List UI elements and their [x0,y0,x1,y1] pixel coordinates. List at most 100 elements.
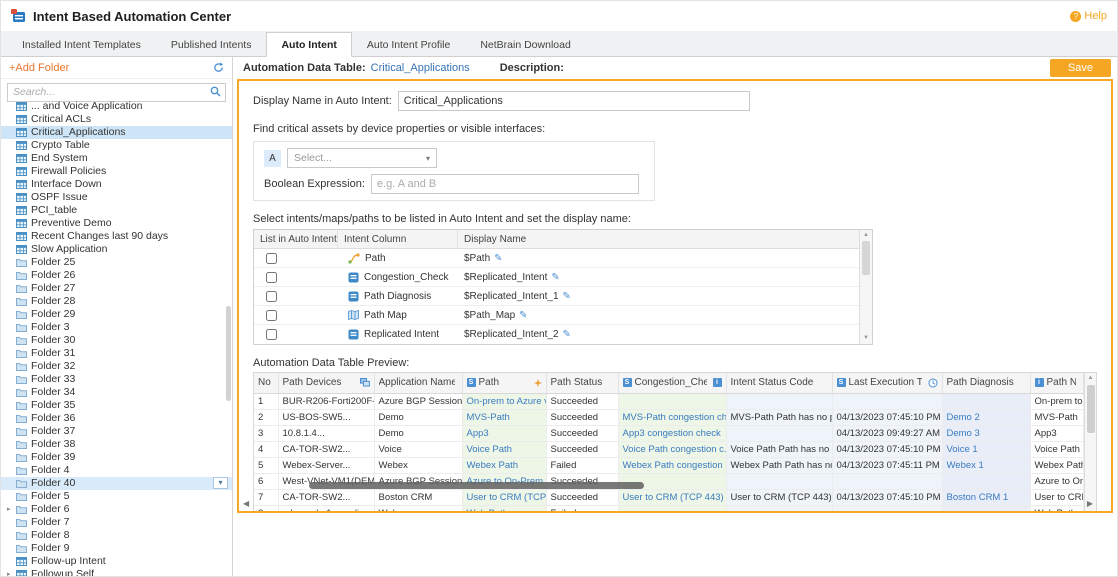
sidebar-item-critical-acls[interactable]: Critical ACLs [1,113,232,126]
col-header-intent-status-code[interactable]: Intent Status Code [726,373,832,393]
congestion-link[interactable]: MVS-Path congestion ch... [623,412,727,423]
sidebar-item-folder-38[interactable]: Folder 38 [1,438,232,451]
diagnosis-link[interactable]: Boston CRM 1 [947,492,1009,503]
diagnosis-link[interactable]: Demo 3 [947,428,980,439]
sidebar-item-ospf-issue[interactable]: OSPF Issue [1,191,232,204]
sidebar-item-folder-6[interactable]: ▸Folder 6 [1,503,232,516]
sidebar-item-folder-3[interactable]: Folder 3 [1,321,232,334]
sidebar-item-folder-26[interactable]: Folder 26 [1,269,232,282]
col-header-path-devices[interactable]: Path Devices [278,373,374,393]
sidebar-item-follow-up-intent[interactable]: Follow-up Intent [1,555,232,568]
sidebar-item-and-voice-application[interactable]: ... and Voice Application [1,100,232,113]
sidebar-item-folder-37[interactable]: Folder 37 [1,425,232,438]
diagnosis-link[interactable]: Webex 1 [947,460,984,471]
sidebar-scrollbar[interactable] [225,109,232,577]
congestion-link[interactable]: User to CRM (TCP 443) c... [623,492,727,503]
sidebar-item-crypto-table[interactable]: Crypto Table [1,139,232,152]
sidebar-item-followup-self[interactable]: ▸Followup Self [1,568,232,577]
boolean-expression-input[interactable] [371,174,639,194]
sidebar-item-folder-30[interactable]: Folder 30 [1,334,232,347]
intent-table-scrollbar-thumb[interactable] [862,241,870,275]
list-in-auto-intent-checkbox[interactable] [266,291,277,302]
sidebar-item-folder-29[interactable]: Folder 29 [1,308,232,321]
path-link[interactable]: On-prem to Azure via Expre... [467,396,547,407]
path-link[interactable]: App3 [467,428,489,439]
expand-icon[interactable]: ▸ [7,570,16,577]
col-header-path-name[interactable]: iPath Name [1030,373,1084,393]
edit-icon[interactable]: ✎ [563,291,571,302]
sidebar-item-folder-33[interactable]: Folder 33 [1,373,232,386]
sidebar-item-folder-4[interactable]: Folder 4 [1,464,232,477]
list-in-auto-intent-checkbox[interactable] [266,310,277,321]
col-header-no[interactable]: No. [254,373,278,393]
sidebar-item-folder-31[interactable]: Folder 31 [1,347,232,360]
intent-table-scrollbar[interactable]: ▲ ▼ [859,230,872,344]
sidebar-item-interface-down[interactable]: Interface Down [1,178,232,191]
tab-netbrain-download[interactable]: NetBrain Download [465,32,585,56]
sidebar-item-critical-applications[interactable]: Critical_Applications [1,126,232,139]
sidebar-item-folder-40[interactable]: Folder 40▾ [1,477,232,490]
congestion-link[interactable]: App3 congestion check [623,428,721,439]
sidebar-item-folder-9[interactable]: Folder 9 [1,542,232,555]
sidebar-item-end-system[interactable]: End System [1,152,232,165]
edit-icon[interactable]: ✎ [551,272,559,283]
tab-auto-intent-profile[interactable]: Auto Intent Profile [352,32,465,56]
sidebar-item-folder-8[interactable]: Folder 8 [1,529,232,542]
expand-icon[interactable]: ▸ [7,505,16,513]
congestion-link[interactable]: Webex Path congestion ... [623,460,727,471]
edit-icon[interactable]: ✎ [519,310,527,321]
sidebar-item-folder-32[interactable]: Folder 32 [1,360,232,373]
sidebar-item-folder-39[interactable]: Folder 39 [1,451,232,464]
edit-icon[interactable]: ✎ [494,253,502,264]
diagnosis-link[interactable]: Voice 1 [947,444,978,455]
preview-scroll-up-icon[interactable]: ▲ [1085,374,1096,383]
sidebar-item-folder-27[interactable]: Folder 27 [1,282,232,295]
tab-auto-intent[interactable]: Auto Intent [266,32,351,57]
path-link[interactable]: Webex Path [467,460,519,471]
condition-select[interactable]: Select... ▾ [287,148,437,168]
sidebar-item-pci-table[interactable]: PCI_table [1,204,232,217]
sidebar-item-folder-7[interactable]: Folder 7 [1,516,232,529]
edit-icon[interactable]: ✎ [563,329,571,340]
scroll-left-icon[interactable]: ◀ [243,499,249,508]
sidebar-item-preventive-demo[interactable]: Preventive Demo [1,217,232,230]
col-header-path-diagnosis[interactable]: Path Diagnosis [942,373,1030,393]
sidebar-item-folder-5[interactable]: Folder 5 [1,490,232,503]
scroll-right-icon[interactable]: ▶ [1087,499,1093,508]
sidebar-item-folder-36[interactable]: Folder 36 [1,412,232,425]
save-button[interactable]: Save [1050,59,1111,77]
scroll-down-icon[interactable]: ▼ [860,334,872,343]
refresh-icon[interactable] [213,62,224,73]
col-header-last-execution-time[interactable]: SLast Execution Time [832,373,942,393]
path-link[interactable]: MVS-Path [467,412,510,423]
sidebar-item-firewall-policies[interactable]: Firewall Policies [1,165,232,178]
help-link[interactable]: ? Help [1070,10,1107,22]
sidebar-item-recent-changes-last-90-days[interactable]: Recent Changes last 90 days [1,230,232,243]
preview-scrollbar[interactable]: ▲ [1084,373,1096,513]
preview-scrollbar-thumb[interactable] [1087,385,1095,433]
path-link[interactable]: Voice Path [467,444,512,455]
sidebar-item-folder-28[interactable]: Folder 28 [1,295,232,308]
tab-installed-intent-templates[interactable]: Installed Intent Templates [7,32,156,56]
col-header-congestion-check[interactable]: SCongestion_Checki [618,373,726,393]
sidebar-scrollbar-thumb[interactable] [226,306,231,401]
sidebar-item-folder-34[interactable]: Folder 34 [1,386,232,399]
congestion-link[interactable]: Voice Path congestion c... [623,444,727,455]
path-link[interactable]: User to CRM (TCP 443) [467,492,547,503]
list-in-auto-intent-checkbox[interactable] [266,272,277,283]
tab-published-intents[interactable]: Published Intents [156,32,267,56]
add-folder-button[interactable]: +Add Folder [9,62,69,74]
list-in-auto-intent-checkbox[interactable] [266,329,277,340]
horizontal-scrollbar-thumb[interactable] [309,482,644,489]
col-header-application-name[interactable]: Application Name [374,373,462,393]
sidebar-item-folder-25[interactable]: Folder 25 [1,256,232,269]
sidebar-item-slow-application[interactable]: Slow Application [1,243,232,256]
sidebar-item-folder-35[interactable]: Folder 35 [1,399,232,412]
display-name-input[interactable] [398,91,750,111]
path-link[interactable]: Web Path [467,508,509,514]
col-header-path[interactable]: SPath [462,373,546,393]
table-name-link[interactable]: Critical_Applications [371,62,470,74]
search-icon[interactable] [210,86,221,97]
col-header-path-status[interactable]: Path Status [546,373,618,393]
scroll-up-icon[interactable]: ▲ [860,231,872,240]
